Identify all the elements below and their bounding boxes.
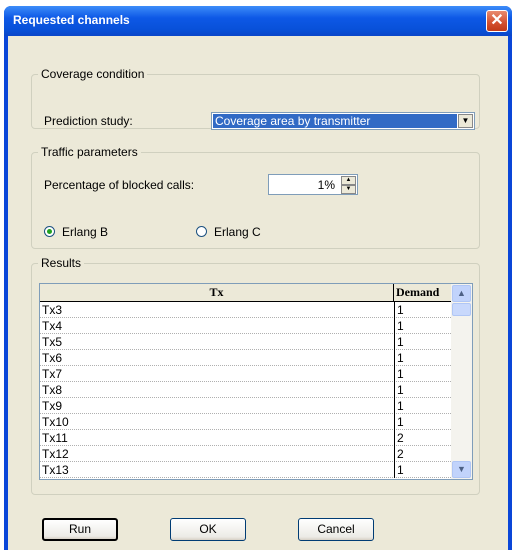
cancel-button[interactable]: Cancel: [298, 518, 374, 541]
close-icon: ✕: [490, 12, 504, 29]
results-legend: Results: [41, 256, 82, 270]
spin-up-button[interactable]: ▲: [341, 176, 356, 185]
ok-button[interactable]: OK: [170, 518, 246, 541]
dialog-client: Coverage condition Prediction study: Cov…: [8, 36, 508, 550]
erlang-b-label[interactable]: Erlang B: [62, 225, 108, 239]
scroll-thumb[interactable]: [452, 303, 471, 316]
erlang-c-label[interactable]: Erlang C: [214, 225, 261, 239]
coverage-condition-legend: Coverage condition: [41, 67, 145, 81]
cell-tx: Tx8: [42, 383, 63, 397]
cell-demand: 1: [397, 415, 404, 429]
erlang-b-radio[interactable]: [44, 226, 55, 237]
prediction-study-value: Coverage area by transmitter: [213, 114, 457, 128]
table-row[interactable]: Tx5 1: [40, 334, 451, 350]
cell-demand: 1: [397, 383, 404, 397]
cell-tx: Tx7: [42, 367, 63, 381]
blocked-calls-label: Percentage of blocked calls:: [44, 178, 195, 192]
cell-tx: Tx5: [42, 335, 63, 349]
cell-tx: Tx13: [42, 463, 69, 477]
traffic-parameters-group: Traffic parameters Percentage of blocked…: [31, 145, 480, 249]
cell-demand: 1: [397, 367, 404, 381]
table-row[interactable]: Tx3 1: [40, 302, 451, 318]
chevron-down-icon[interactable]: ▼: [458, 114, 473, 128]
results-table[interactable]: Tx Demand Tx3 1 Tx4 1 Tx5 1 Tx6 1 Tx7 1 Tx8 1 …: [39, 283, 473, 480]
cell-tx: Tx9: [42, 399, 63, 413]
vertical-scrollbar[interactable]: ▲ ▼: [451, 284, 472, 479]
table-row[interactable]: Tx8 1: [40, 382, 451, 398]
cell-tx: Tx10: [42, 415, 69, 429]
chevron-up-icon: ▲: [457, 288, 466, 298]
table-row[interactable]: Tx11 2: [40, 430, 451, 446]
cell-demand: 1: [397, 303, 404, 317]
cell-demand: 1: [397, 463, 404, 477]
cell-demand: 2: [397, 447, 404, 461]
erlang-c-radio[interactable]: [196, 226, 207, 237]
prediction-study-select[interactable]: Coverage area by transmitter ▼: [211, 112, 475, 130]
blocked-calls-spinner[interactable]: 1% ▲ ▼: [268, 174, 358, 195]
table-row[interactable]: Tx6 1: [40, 350, 451, 366]
cell-demand: 2: [397, 431, 404, 445]
blocked-calls-value: 1%: [317, 178, 335, 192]
table-row[interactable]: Tx12 2: [40, 446, 451, 462]
traffic-parameters-legend: Traffic parameters: [41, 145, 138, 159]
close-button[interactable]: ✕: [486, 10, 508, 32]
scroll-up-button[interactable]: ▲: [452, 285, 471, 302]
table-body: Tx3 1 Tx4 1 Tx5 1 Tx6 1 Tx7 1 Tx8 1 Tx9 1 Tx10 1…: [40, 302, 451, 478]
scroll-down-button[interactable]: ▼: [452, 461, 471, 478]
table-header: Tx Demand: [40, 284, 451, 302]
title-bar[interactable]: Requested channels ✕: [4, 6, 512, 36]
prediction-study-label: Prediction study:: [44, 114, 133, 128]
window-title: Requested channels: [13, 13, 130, 27]
cell-tx: Tx12: [42, 447, 69, 461]
cell-tx: Tx4: [42, 319, 63, 333]
cell-demand: 1: [397, 335, 404, 349]
results-group: Results Tx Demand Tx3 1 Tx4 1 Tx5 1 Tx6 1 Tx…: [31, 256, 480, 495]
coverage-condition-group: Coverage condition Prediction study: Cov…: [31, 67, 480, 130]
table-row[interactable]: Tx10 1: [40, 414, 451, 430]
column-header-demand[interactable]: Demand: [394, 284, 451, 301]
cell-demand: 1: [397, 351, 404, 365]
cell-demand: 1: [397, 399, 404, 413]
cell-tx: Tx3: [42, 303, 63, 317]
table-row[interactable]: Tx7 1: [40, 366, 451, 382]
table-row[interactable]: Tx13 1: [40, 462, 451, 478]
chevron-down-icon: ▼: [457, 464, 466, 474]
spin-down-button[interactable]: ▼: [341, 185, 356, 194]
column-header-tx[interactable]: Tx: [40, 284, 394, 301]
cell-tx: Tx11: [42, 431, 68, 445]
table-row[interactable]: Tx4 1: [40, 318, 451, 334]
cell-demand: 1: [397, 319, 404, 333]
dialog-window: Requested channels ✕ Coverage condition …: [4, 6, 512, 550]
cell-tx: Tx6: [42, 351, 63, 365]
table-row[interactable]: Tx9 1: [40, 398, 451, 414]
run-button[interactable]: Run: [42, 518, 118, 541]
